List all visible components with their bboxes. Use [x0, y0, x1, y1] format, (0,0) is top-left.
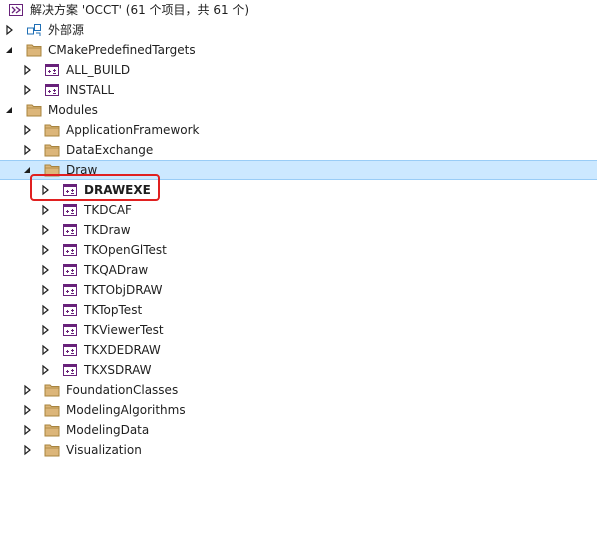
tree-item-draw[interactable]: Draw: [0, 160, 597, 180]
chevron-down-icon[interactable]: [3, 40, 15, 60]
folder-icon: [44, 443, 60, 457]
folder-label: ModelingData: [66, 423, 150, 437]
tree-item-application-framework[interactable]: ApplicationFramework: [0, 120, 597, 140]
chevron-right-icon[interactable]: [39, 180, 51, 200]
project-label: TKDraw: [84, 223, 131, 237]
project-icon: [62, 363, 78, 377]
chevron-down-icon[interactable]: [3, 100, 15, 120]
folder-label: FoundationClasses: [66, 383, 179, 397]
chevron-right-icon[interactable]: [39, 280, 51, 300]
tree-item-tkqadraw[interactable]: TKQADraw: [0, 260, 597, 280]
chevron-right-icon[interactable]: [3, 20, 15, 40]
project-icon: [62, 283, 78, 297]
folder-icon: [44, 123, 60, 137]
project-label: TKDCAF: [84, 203, 132, 217]
chevron-right-icon[interactable]: [39, 340, 51, 360]
project-label: INSTALL: [66, 83, 115, 97]
project-icon: [62, 303, 78, 317]
chevron-right-icon[interactable]: [39, 240, 51, 260]
chevron-right-icon[interactable]: [39, 200, 51, 220]
folder-icon: [26, 43, 42, 57]
folder-label: ModelingAlgorithms: [66, 403, 186, 417]
project-icon: [62, 263, 78, 277]
project-label: ALL_BUILD: [66, 63, 131, 77]
folder-label: CMakePredefinedTargets: [48, 43, 196, 57]
chevron-right-icon[interactable]: [39, 320, 51, 340]
folder-icon: [44, 383, 60, 397]
project-label: TKTObjDRAW: [84, 283, 163, 297]
folder-icon: [44, 423, 60, 437]
tree-item-tkdraw[interactable]: TKDraw: [0, 220, 597, 240]
chevron-right-icon[interactable]: [39, 360, 51, 380]
chevron-right-icon[interactable]: [39, 220, 51, 240]
chevron-right-icon[interactable]: [21, 80, 33, 100]
chevron-right-icon[interactable]: [21, 120, 33, 140]
project-label: TKQADraw: [84, 263, 149, 277]
tree-item-modeling-algorithms[interactable]: ModelingAlgorithms: [0, 400, 597, 420]
chevron-right-icon[interactable]: [21, 380, 33, 400]
solution-label: 解决方案 'OCCT' (61 个项目，共 61 个): [30, 3, 250, 17]
chevron-right-icon[interactable]: [21, 60, 33, 80]
tree-item-tktoptest[interactable]: TKTopTest: [0, 300, 597, 320]
external-sources-icon: [26, 23, 42, 37]
solution-icon: [8, 3, 24, 17]
chevron-right-icon[interactable]: [39, 260, 51, 280]
folder-label: ApplicationFramework: [66, 123, 200, 137]
folder-icon: [44, 403, 60, 417]
tree-item-tkviewertest[interactable]: TKViewerTest: [0, 320, 597, 340]
tree-item-tkxsdraw[interactable]: TKXSDRAW: [0, 360, 597, 380]
tree-item-tktobjdraw[interactable]: TKTObjDRAW: [0, 280, 597, 300]
project-icon: [62, 223, 78, 237]
chevron-right-icon[interactable]: [21, 440, 33, 460]
folder-icon: [26, 103, 42, 117]
project-icon: [62, 243, 78, 257]
tree-item-install[interactable]: INSTALL: [0, 80, 597, 100]
tree-item-tkdcaf[interactable]: TKDCAF: [0, 200, 597, 220]
chevron-right-icon[interactable]: [21, 140, 33, 160]
external-sources-label: 外部源: [48, 23, 85, 37]
tree-item-external-sources[interactable]: 外部源: [0, 20, 597, 40]
chevron-down-icon[interactable]: [21, 161, 33, 179]
tree-item-all-build[interactable]: ALL_BUILD: [0, 60, 597, 80]
tree-item-drawexe[interactable]: DRAWEXE: [0, 180, 597, 200]
project-label: TKTopTest: [84, 303, 143, 317]
solution-explorer-tree: 解决方案 'OCCT' (61 个项目，共 61 个) 外部源 CMakePre…: [0, 0, 597, 460]
project-label: TKViewerTest: [84, 323, 164, 337]
startup-project-label: DRAWEXE: [84, 183, 151, 197]
tree-item-visualization[interactable]: Visualization: [0, 440, 597, 460]
folder-label: Modules: [48, 103, 98, 117]
tree-item-modeling-data[interactable]: ModelingData: [0, 420, 597, 440]
project-label: TKXDEDRAW: [84, 343, 161, 357]
folder-label: Draw: [66, 163, 98, 177]
tree-item-tkopengltest[interactable]: TKOpenGlTest: [0, 240, 597, 260]
folder-label: DataExchange: [66, 143, 154, 157]
folder-icon: [44, 143, 60, 157]
project-icon: [44, 83, 60, 97]
project-icon: [62, 203, 78, 217]
tree-item-tkxdedraw[interactable]: TKXDEDRAW: [0, 340, 597, 360]
project-icon: [62, 343, 78, 357]
folder-label: Visualization: [66, 443, 142, 457]
tree-item-foundation-classes[interactable]: FoundationClasses: [0, 380, 597, 400]
project-label: TKOpenGlTest: [84, 243, 167, 257]
project-label: TKXSDRAW: [84, 363, 152, 377]
tree-item-cmake-targets[interactable]: CMakePredefinedTargets: [0, 40, 597, 60]
project-icon: [62, 323, 78, 337]
chevron-right-icon[interactable]: [21, 400, 33, 420]
tree-item-modules[interactable]: Modules: [0, 100, 597, 120]
tree-item-data-exchange[interactable]: DataExchange: [0, 140, 597, 160]
folder-icon: [44, 163, 60, 177]
chevron-right-icon[interactable]: [39, 300, 51, 320]
tree-item-solution[interactable]: 解决方案 'OCCT' (61 个项目，共 61 个): [0, 0, 597, 20]
project-icon: [62, 183, 78, 197]
project-icon: [44, 63, 60, 77]
chevron-right-icon[interactable]: [21, 420, 33, 440]
